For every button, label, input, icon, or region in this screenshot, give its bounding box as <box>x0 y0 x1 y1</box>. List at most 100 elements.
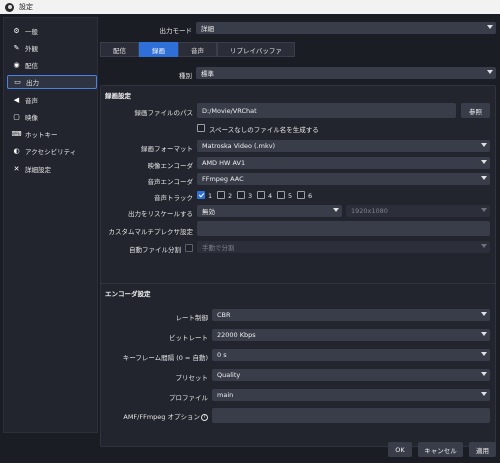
sidebar-item-general[interactable]: ⚙ 一般 <box>7 24 97 38</box>
rescale-select[interactable]: 無効 <box>197 205 342 217</box>
keyframe-interval-spinbox[interactable]: 0 s <box>212 349 490 361</box>
sidebar-item-hotkeys[interactable]: ⌨ ホットキー <box>7 127 97 141</box>
gear-icon: ⚙ <box>13 27 20 35</box>
tab-recording[interactable]: 録画 <box>139 42 178 57</box>
format-value: Matroska Video (.mkv) <box>202 142 276 150</box>
rescale-resolution-value: 1920x1080 <box>351 207 388 215</box>
custom-muxer-input[interactable] <box>197 221 490 236</box>
sidebar-item-output[interactable]: ▭ 出力 <box>7 75 97 89</box>
audio-encoder-value: FFmpeg AAC <box>202 175 244 183</box>
auto-split-select[interactable]: 手動で分割 <box>197 241 490 253</box>
browse-button[interactable]: 参照 <box>461 103 490 118</box>
chevron-down-icon <box>481 143 487 147</box>
ok-button[interactable]: OK <box>388 442 412 457</box>
sidebar-item-label: 配信 <box>25 62 38 70</box>
type-select[interactable]: 標準 <box>196 67 496 79</box>
rate-control-select[interactable]: CBR <box>212 309 490 321</box>
sidebar-item-label: 外観 <box>25 45 38 53</box>
chevron-down-icon <box>481 372 487 376</box>
audio-track-3-checkbox[interactable] <box>237 191 245 199</box>
output-settings-panel: 出力モード 詳細 配信 録画 音声 リプレイバッファ 種別 標準 録画設定 録画… <box>100 17 496 447</box>
custom-muxer-label: カスタムマルチプレクサ設定 <box>108 228 194 236</box>
type-value: 標準 <box>201 70 214 78</box>
rate-control-label: レート制御 <box>175 314 209 322</box>
sidebar-item-video[interactable]: ▢ 映像 <box>7 110 97 124</box>
sidebar-item-label: 一般 <box>25 28 38 36</box>
audio-track-4-label: 4 <box>268 192 273 200</box>
cancel-button[interactable]: キャンセル <box>418 442 463 457</box>
monitor-icon: ▭ <box>14 78 21 86</box>
audio-track-6-label: 6 <box>308 192 313 200</box>
type-label: 種別 <box>179 72 192 80</box>
sidebar-item-appearance[interactable]: ✎ 外観 <box>7 41 97 55</box>
spinner-icon <box>481 332 487 336</box>
accessibility-icon: ◐ <box>13 147 20 155</box>
preset-select[interactable]: Quality <box>212 369 490 381</box>
format-select[interactable]: Matroska Video (.mkv) <box>197 140 490 152</box>
auto-split-value: 手動で分割 <box>202 244 235 252</box>
recording-section-title: 録画設定 <box>105 92 131 100</box>
audio-encoder-select[interactable]: FFmpeg AAC <box>197 173 490 185</box>
format-label: 録画フォーマット <box>141 145 193 153</box>
sidebar-item-label: 映像 <box>25 114 38 122</box>
audio-track-5-checkbox[interactable] <box>277 191 285 199</box>
speaker-icon: ◀ <box>13 96 20 104</box>
chevron-down-icon <box>481 176 487 180</box>
chevron-down-icon <box>333 208 339 212</box>
preset-label: プリセット <box>175 374 209 382</box>
audio-track-5-label: 5 <box>288 192 293 200</box>
rescale-label: 出力をリスケールする <box>128 210 193 218</box>
bitrate-label: ビットレート <box>169 334 208 342</box>
no-space-filename-checkbox[interactable] <box>197 124 205 132</box>
sidebar-item-audio[interactable]: ◀ 音声 <box>7 93 97 107</box>
ffmpeg-options-label: AMF/FFmpeg オプション? <box>105 411 208 421</box>
audio-track-2-checkbox[interactable] <box>217 191 225 199</box>
ffmpeg-options-label-text: AMF/FFmpeg オプション <box>123 413 200 421</box>
record-path-label: 録画ファイルのパス <box>134 109 194 117</box>
tab-stream[interactable]: 配信 <box>100 42 139 57</box>
chevron-down-icon <box>481 312 487 316</box>
chevron-down-icon <box>481 160 487 164</box>
sidebar-item-accessibility[interactable]: ◐ アクセシビリティ <box>7 144 97 158</box>
apply-button[interactable]: 適用 <box>469 442 496 457</box>
tab-audio[interactable]: 音声 <box>178 42 217 57</box>
keyboard-icon: ⌨ <box>11 130 22 138</box>
sidebar-item-stream[interactable]: ◉ 配信 <box>7 58 97 72</box>
video-encoder-label: 映像エンコーダ <box>147 162 194 170</box>
encoder-section-title: エンコーダ設定 <box>105 290 151 298</box>
chevron-down-icon <box>487 70 493 74</box>
rate-control-value: CBR <box>217 311 231 319</box>
profile-label: プロファイル <box>169 394 208 402</box>
chevron-down-icon <box>481 208 487 212</box>
chevron-down-icon <box>481 392 487 396</box>
rescale-resolution-select[interactable]: 1920x1080 <box>346 205 490 217</box>
encoder-settings-group: エンコーダ設定 レート制御 CBR ビットレート 22000 Kbps キーフレ… <box>100 283 496 447</box>
audio-encoder-label: 音声エンコーダ <box>147 178 194 186</box>
sidebar-item-label: 音声 <box>25 97 38 105</box>
palette-icon: ✎ <box>13 44 20 52</box>
bitrate-spinbox[interactable]: 22000 Kbps <box>212 329 490 341</box>
sidebar-item-label: 詳細設定 <box>25 166 51 174</box>
recording-settings-group: 録画設定 録画ファイルのパス D:/Movie/VRChat 参照 スペースなし… <box>100 85 496 292</box>
keyframe-interval-value: 0 s <box>217 351 227 359</box>
tab-replay-buffer[interactable]: リプレイバッファ <box>217 42 295 57</box>
chevron-down-icon <box>487 25 493 29</box>
video-encoder-select[interactable]: AMD HW AV1 <box>197 157 490 169</box>
help-icon[interactable]: ? <box>201 413 208 421</box>
audio-track-1-label: 1 <box>208 192 213 200</box>
spinner-icon <box>481 352 487 356</box>
audio-track-4-checkbox[interactable] <box>257 191 265 199</box>
audio-track-1-checkbox[interactable] <box>197 191 205 199</box>
auto-split-checkbox[interactable] <box>185 244 193 252</box>
broadcast-icon: ◉ <box>13 61 20 69</box>
window-title: 設定 <box>19 3 33 11</box>
settings-sidebar: ⚙ 一般 ✎ 外観 ◉ 配信 ▭ 出力 ◀ 音声 ▢ 映像 ⌨ ホットキー ◐ … <box>3 17 98 433</box>
record-path-input[interactable]: D:/Movie/VRChat <box>197 103 456 118</box>
profile-select[interactable]: main <box>212 389 490 401</box>
output-mode-select[interactable]: 詳細 <box>196 22 496 34</box>
rescale-value: 無効 <box>202 208 215 216</box>
ffmpeg-options-input[interactable] <box>212 408 490 423</box>
sidebar-item-advanced[interactable]: ✕ 詳細設定 <box>7 162 97 176</box>
audio-track-6-checkbox[interactable] <box>297 191 305 199</box>
video-encoder-value: AMD HW AV1 <box>202 159 246 167</box>
